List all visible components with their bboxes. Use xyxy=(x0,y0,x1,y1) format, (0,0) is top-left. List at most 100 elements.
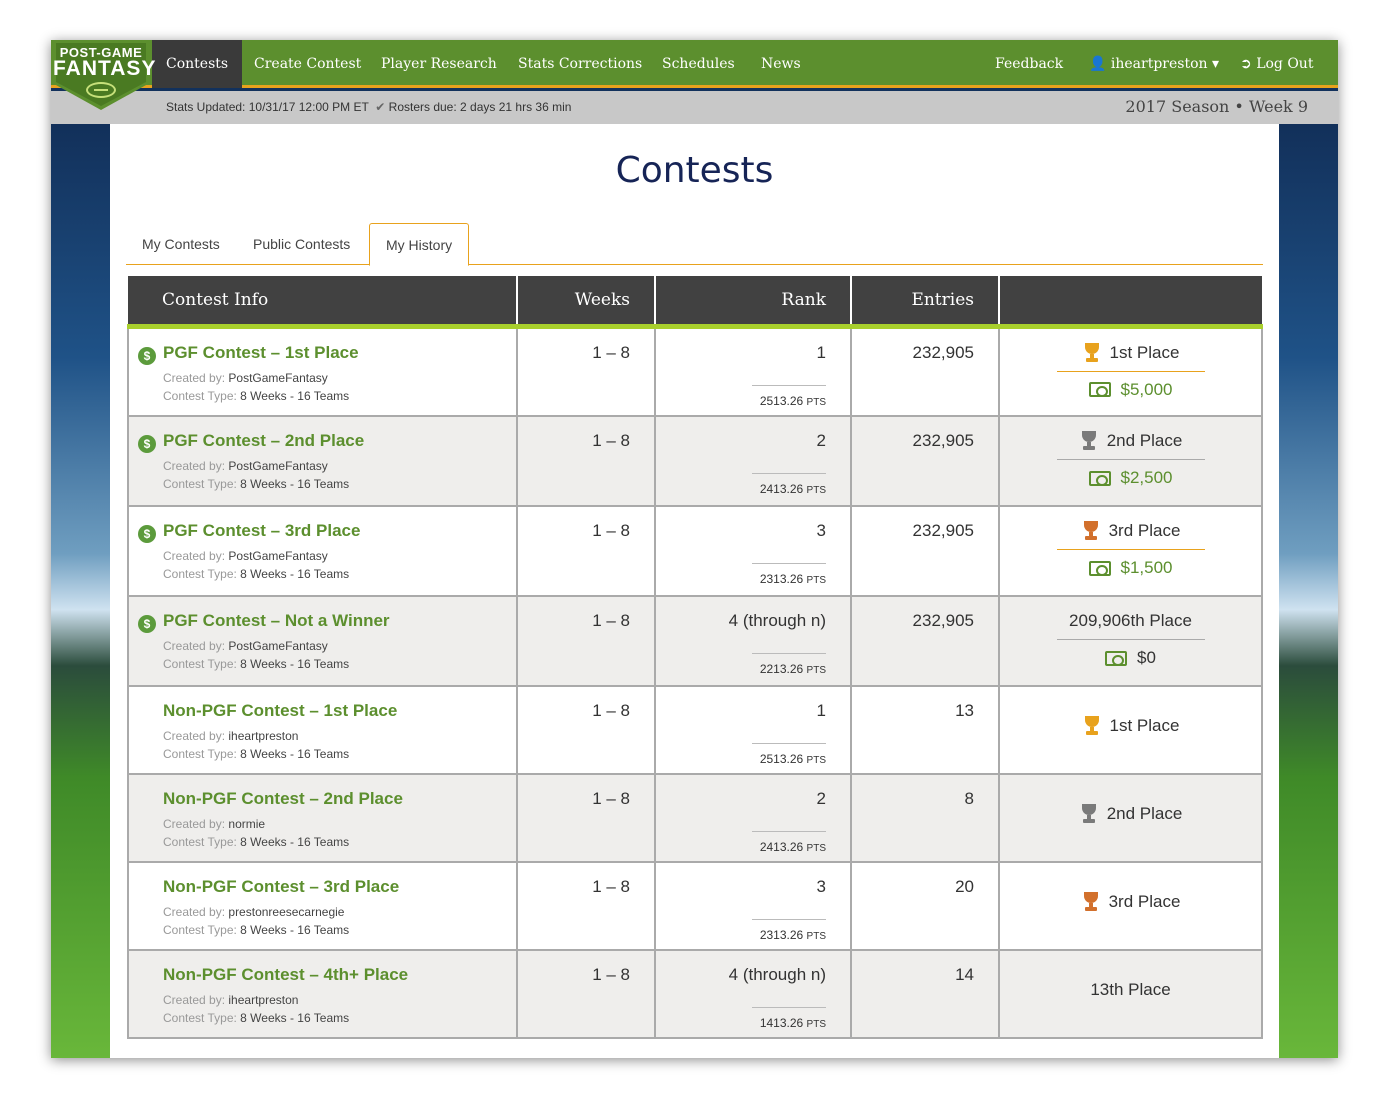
nav-create-contest[interactable]: Create Contest xyxy=(240,40,375,88)
silver-trophy-icon xyxy=(1079,431,1099,451)
created-label: Created by: xyxy=(163,639,226,653)
username: iheartpreston xyxy=(1110,56,1208,72)
creator: normie xyxy=(228,817,266,831)
created-label: Created by: xyxy=(163,993,226,1007)
user-menu[interactable]: 👤 iheartpreston ▾ xyxy=(1075,40,1233,88)
rank-value: 3 xyxy=(816,521,826,540)
points-unit: PTS xyxy=(806,755,826,766)
weeks-cell: 1 – 8 xyxy=(516,861,656,951)
table-row[interactable]: Non-PGF Contest – 3rd Place Created by: … xyxy=(127,861,1263,951)
created-label: Created by: xyxy=(163,905,226,919)
entries-cell: 13 xyxy=(850,685,1000,775)
type-label: Contest Type: xyxy=(163,747,237,761)
gold-trophy-icon xyxy=(1082,342,1102,363)
contest-type: 8 Weeks - 16 Teams xyxy=(240,923,350,937)
table-row[interactable]: $ PGF Contest – 2nd Place Created by: Po… xyxy=(127,415,1263,507)
points-value: 2513.26 xyxy=(759,752,804,766)
creator: PostGameFantasy xyxy=(228,459,328,473)
place-label: 2nd Place xyxy=(1106,804,1183,823)
header-contest-info[interactable]: Contest Info xyxy=(128,276,518,329)
nav-news[interactable]: News xyxy=(747,40,815,88)
rank-value: 2 xyxy=(816,789,826,808)
nav-player-research[interactable]: Player Research xyxy=(367,40,511,88)
contest-type: 8 Weeks - 16 Teams xyxy=(240,657,350,671)
user-icon: 👤 xyxy=(1089,56,1107,72)
contest-name-link[interactable]: PGF Contest – Not a Winner xyxy=(163,611,508,631)
top-navbar: Contests Create Contest Player Research … xyxy=(51,40,1338,88)
main-content: Contests My Contests Public Contests My … xyxy=(110,124,1279,1058)
points-value: 2313.26 xyxy=(759,928,804,942)
nav-stats-corrections[interactable]: Stats Corrections xyxy=(504,40,656,88)
type-label: Contest Type: xyxy=(163,567,237,581)
history-table: Contest Info Weeks Rank Entries $ PGF Co… xyxy=(127,276,1263,1039)
football-icon xyxy=(86,82,116,98)
nav-feedback[interactable]: Feedback xyxy=(981,40,1077,88)
weeks-cell: 1 – 8 xyxy=(516,949,656,1039)
contest-name-link[interactable]: Non-PGF Contest – 2nd Place xyxy=(163,789,508,809)
points-value: 2413.26 xyxy=(759,840,804,854)
points-value: 2213.26 xyxy=(759,662,804,676)
table-row[interactable]: $ PGF Contest – 1st Place Created by: Po… xyxy=(127,325,1263,417)
creator: PostGameFantasy xyxy=(228,370,328,385)
creator: prestonreesecarnegie xyxy=(228,905,345,919)
place-label: 13th Place xyxy=(1090,980,1171,999)
points-value: 2413.26 xyxy=(759,482,804,496)
entries-cell: 232,905 xyxy=(850,325,1000,417)
entries-cell: 232,905 xyxy=(850,505,1000,597)
points-unit: PTS xyxy=(806,485,826,496)
nav-schedules[interactable]: Schedules xyxy=(648,40,749,88)
money-icon xyxy=(1105,650,1128,666)
creator: PostGameFantasy xyxy=(228,549,328,563)
bronze-trophy-icon xyxy=(1081,521,1101,541)
logout-button[interactable]: ➲ Log Out xyxy=(1226,40,1327,88)
header-entries[interactable]: Entries xyxy=(851,276,1000,329)
rank-value: 1 xyxy=(816,342,826,362)
creator: iheartpreston xyxy=(228,729,299,743)
rank-value: 2 xyxy=(816,431,826,450)
contest-name-link[interactable]: Non-PGF Contest – 3rd Place xyxy=(163,877,508,897)
entries-cell: 8 xyxy=(850,773,1000,863)
tab-my-contests[interactable]: My Contests xyxy=(126,223,236,265)
table-row[interactable]: $ PGF Contest – Not a Winner Created by:… xyxy=(127,595,1263,687)
weeks-cell: 1 – 8 xyxy=(516,595,656,687)
table-row[interactable]: Non-PGF Contest – 4th+ Place Created by:… xyxy=(127,949,1263,1039)
table-row[interactable]: Non-PGF Contest – 2nd Place Created by: … xyxy=(127,773,1263,863)
nav-contests[interactable]: Contests xyxy=(152,40,243,88)
rank-value: 3 xyxy=(816,877,826,896)
weeks-cell: 1 – 8 xyxy=(516,325,656,417)
contest-name-link[interactable]: Non-PGF Contest – 4th+ Place xyxy=(163,965,508,985)
site-logo[interactable]: POST-GAME FANTASY xyxy=(53,40,155,110)
table-row[interactable]: $ PGF Contest – 3rd Place Created by: Po… xyxy=(127,505,1263,597)
money-icon xyxy=(1088,382,1111,397)
header-rank[interactable]: Rank xyxy=(655,276,852,329)
tab-my-history[interactable]: My History xyxy=(369,223,470,266)
contest-tabs: My Contests Public Contests My History xyxy=(126,223,1263,266)
created-label: Created by: xyxy=(163,370,226,385)
type-label: Contest Type: xyxy=(163,657,237,671)
weeks-cell: 1 – 8 xyxy=(516,773,656,863)
contest-name-link[interactable]: PGF Contest – 2nd Place xyxy=(163,431,508,451)
tab-public-contests[interactable]: Public Contests xyxy=(237,223,366,265)
prize-amount: $5,000 xyxy=(1120,379,1173,399)
stadium-background-right xyxy=(1278,124,1338,1058)
contest-name-link[interactable]: PGF Contest – 1st Place xyxy=(163,343,508,363)
contest-type: 8 Weeks - 16 Teams xyxy=(240,567,350,581)
table-row[interactable]: Non-PGF Contest – 1st Place Created by: … xyxy=(127,685,1263,775)
logout-label: Log Out xyxy=(1256,56,1314,72)
points-value: 2313.26 xyxy=(759,572,804,586)
rank-value: 4 (through n) xyxy=(728,965,826,984)
type-label: Contest Type: xyxy=(163,835,237,849)
prize-amount: $1,500 xyxy=(1120,558,1173,577)
contest-type: 8 Weeks - 16 Teams xyxy=(240,477,350,491)
type-label: Contest Type: xyxy=(163,388,237,403)
stadium-background-left xyxy=(51,124,111,1058)
silver-trophy-icon xyxy=(1079,804,1099,824)
entries-cell: 14 xyxy=(850,949,1000,1039)
contest-name-link[interactable]: Non-PGF Contest – 1st Place xyxy=(163,701,508,721)
header-weeks[interactable]: Weeks xyxy=(517,276,656,329)
paid-contest-icon: $ xyxy=(138,346,156,365)
created-label: Created by: xyxy=(163,459,226,473)
contest-name-link[interactable]: PGF Contest – 3rd Place xyxy=(163,521,508,541)
page-title: Contests xyxy=(615,150,774,191)
points-value: 2513.26 xyxy=(759,393,804,408)
